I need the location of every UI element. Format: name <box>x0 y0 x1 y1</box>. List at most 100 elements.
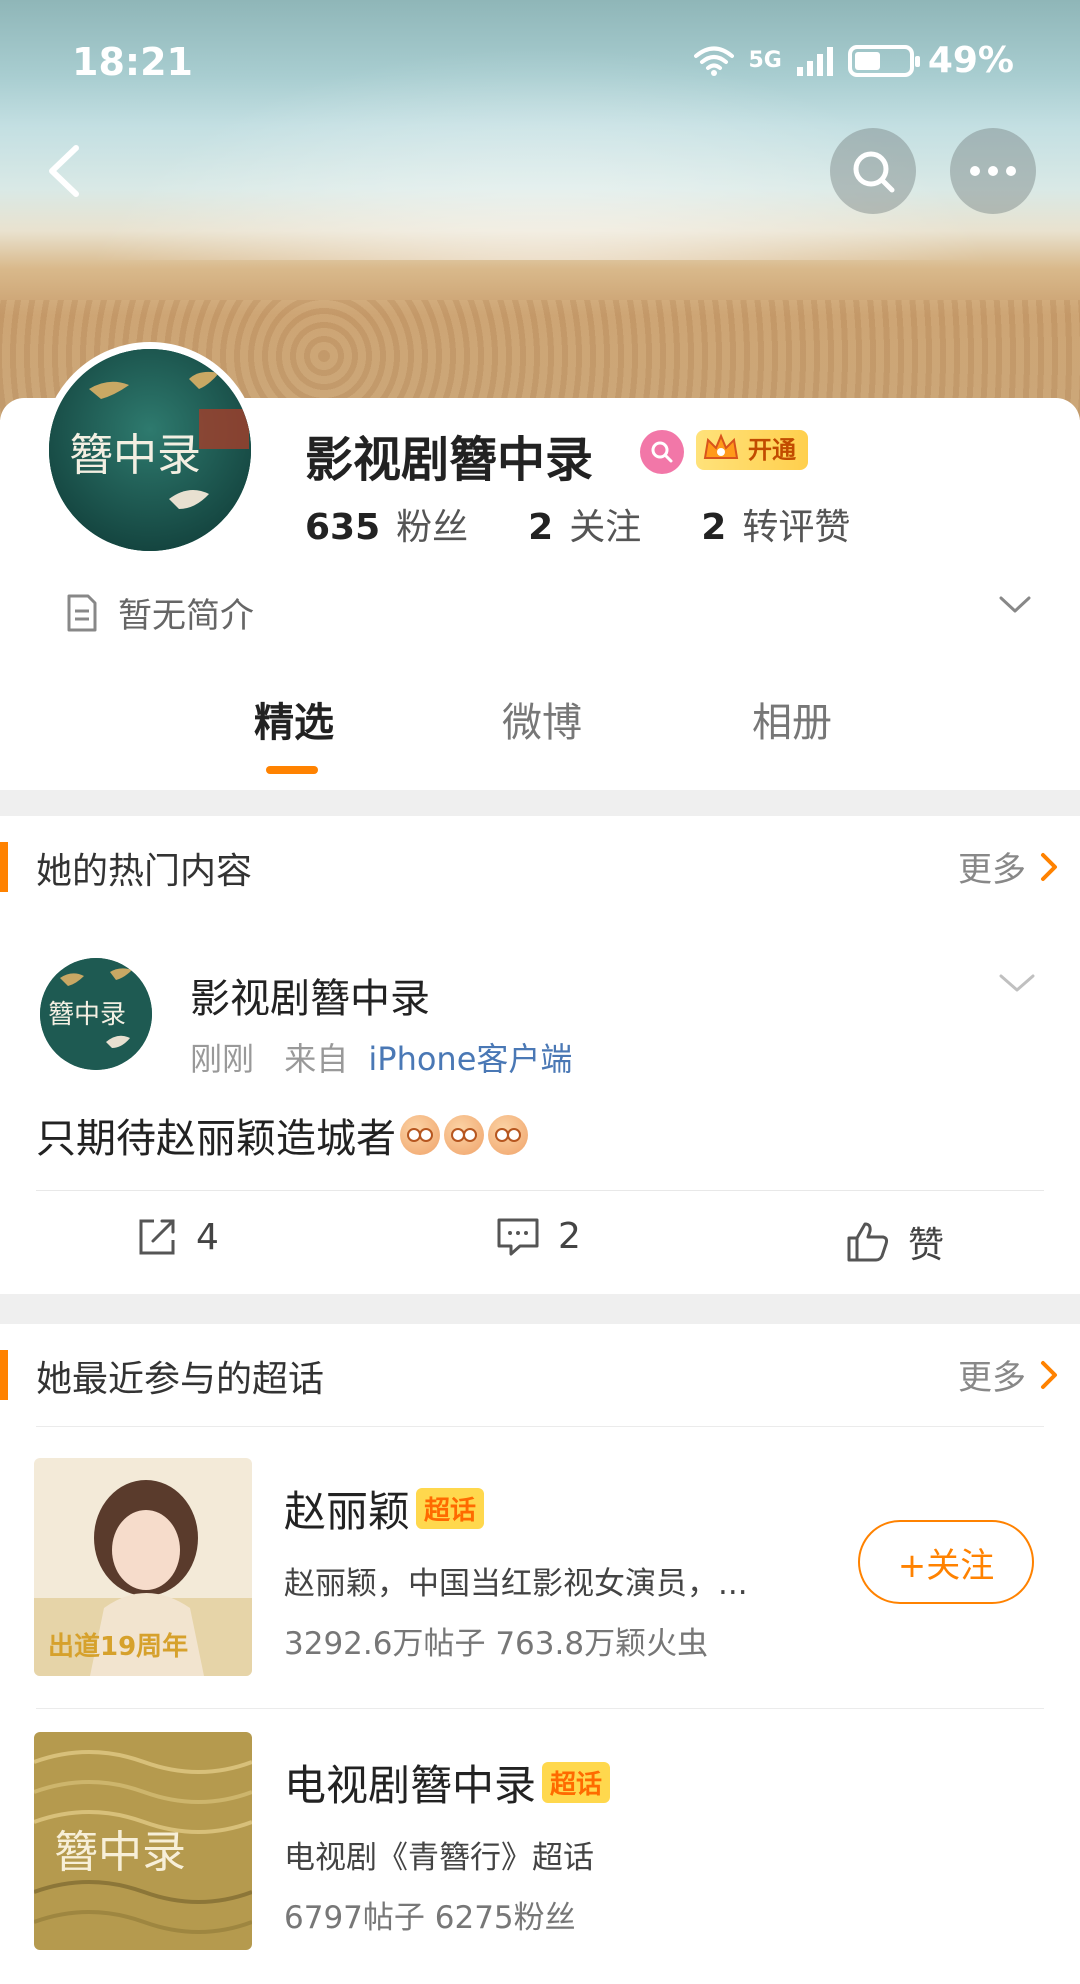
post-text: 只期待赵丽颖造城者 <box>36 1106 528 1164</box>
comment-icon <box>497 1218 539 1255</box>
topic-image: 簪中录 <box>34 1732 252 1950</box>
post-author[interactable]: 影视剧簪中录 <box>190 966 430 1024</box>
post-options-chevron-icon[interactable] <box>998 972 1036 996</box>
section-accent-bar <box>0 842 8 892</box>
battery-percent: 49% <box>927 40 1014 81</box>
follow-button[interactable]: +关注 <box>858 1520 1034 1604</box>
topic-name: 赵丽颖 超话 <box>284 1478 485 1539</box>
wifi-icon <box>694 46 735 76</box>
battery-icon <box>847 44 920 77</box>
stat-label: 转评赞 <box>742 507 851 548</box>
tab-active-indicator <box>266 766 318 774</box>
stat-followers[interactable]: 635 粉丝 <box>305 498 468 550</box>
intro-text: 暂无简介 <box>118 596 254 636</box>
signal-icon <box>796 46 833 76</box>
chevron-right-icon <box>1041 1360 1057 1389</box>
search-icon <box>853 151 895 193</box>
post-avatar[interactable]: 簪中录 <box>40 958 152 1070</box>
topic-item[interactable]: 簪中录 电视剧簪中录 超话 电视剧《青簪行》超话 6797帖子 6275粉丝 <box>0 1732 1080 1962</box>
stat-label: 关注 <box>569 507 642 548</box>
topic-description: 电视剧《青簪行》超话 <box>284 1840 594 1876</box>
topic-image-caption: 出道19周年 <box>48 1632 189 1662</box>
network-type: 5G <box>748 48 782 73</box>
status-time: 18:21 <box>72 40 193 84</box>
comment-button[interactable]: 2 <box>496 1216 581 1257</box>
post-time: 刚刚 <box>190 1040 255 1078</box>
repost-icon <box>139 1219 175 1255</box>
super-topic-badge: 超话 <box>542 1762 611 1803</box>
status-icons: 5G 49% <box>694 40 1014 81</box>
topic-image-caption: 簪中录 <box>54 1827 186 1878</box>
back-arrow-icon <box>49 145 79 197</box>
post-card[interactable]: 簪中录 影视剧簪中录 刚刚 来自 iPhone客户端 只期待赵丽颖造城者 4 2 <box>0 916 1080 1294</box>
topic-name-text: 电视剧簪中录 <box>284 1761 537 1810</box>
section-accent-bar <box>0 1350 8 1400</box>
topic-name-text: 赵丽颖 <box>284 1487 411 1536</box>
emoji-icon <box>488 1115 528 1155</box>
repost-count: 4 <box>196 1216 219 1258</box>
post-text-content: 只期待赵丽颖造城者 <box>36 1116 396 1162</box>
topic-name: 电视剧簪中录 超话 <box>284 1752 611 1813</box>
avatar-text: 簪中录 <box>69 430 201 481</box>
profile-intro[interactable]: 暂无简介 <box>66 588 254 637</box>
stat-label: 粉丝 <box>396 507 469 548</box>
divider <box>36 1426 1044 1427</box>
profile-name: 影视剧簪中录 <box>305 432 594 488</box>
chevron-down-icon[interactable] <box>998 594 1032 616</box>
post-from-label: 来自 <box>284 1040 349 1078</box>
post-avatar-text: 簪中录 <box>48 1000 127 1030</box>
more-button[interactable] <box>950 128 1036 214</box>
stat-interactions[interactable]: 2 转评赞 <box>701 498 850 550</box>
stat-value: 2 <box>701 507 727 548</box>
vip-open-label: 开通 <box>748 436 796 464</box>
stat-value: 635 <box>305 507 381 548</box>
post-divider <box>36 1190 1044 1191</box>
section-gap <box>0 790 1080 816</box>
emoji-icon <box>400 1115 440 1155</box>
vip-open-badge[interactable]: 开通 <box>696 430 808 470</box>
hot-section-title: 她的热门内容 <box>36 851 253 892</box>
profile-tabs: 精选 微博 相册 <box>0 690 1080 790</box>
topic-stats: 6797帖子 6275粉丝 <box>284 1900 576 1936</box>
document-icon <box>67 594 97 631</box>
verified-icon[interactable] <box>640 430 684 474</box>
topics-section-header: 她最近参与的超话 更多 <box>0 1324 1080 1424</box>
profile-stats: 635 粉丝 2 关注 2 转评赞 <box>305 498 850 550</box>
topic-image: 出道19周年 <box>34 1458 252 1676</box>
search-button[interactable] <box>830 128 916 214</box>
topic-stats: 3292.6万帖子 763.8万颖火虫 <box>284 1626 709 1662</box>
hot-more-link[interactable]: 更多 <box>958 842 1058 891</box>
section-gap <box>0 1294 1080 1324</box>
topics-section-title: 她最近参与的超话 <box>36 1359 325 1400</box>
post-meta: 刚刚 来自 iPhone客户端 <box>190 1034 572 1080</box>
post-actions: 4 2 赞 <box>0 1216 1080 1286</box>
super-topic-badge: 超话 <box>416 1488 485 1529</box>
post-source[interactable]: iPhone客户端 <box>368 1040 572 1078</box>
magnifier-badge-icon <box>651 441 673 463</box>
topics-more-link[interactable]: 更多 <box>958 1350 1058 1399</box>
crown-icon <box>703 433 739 459</box>
topic-description: 赵丽颖，中国当红影视女演员，... <box>284 1566 748 1602</box>
tab-featured[interactable]: 精选 <box>254 690 334 748</box>
more-dots-icon <box>970 166 1016 176</box>
battery-fill <box>854 51 881 70</box>
divider <box>36 1708 1044 1709</box>
avatar[interactable]: 簪中录 <box>42 342 258 558</box>
tab-album[interactable]: 相册 <box>752 690 832 748</box>
status-bar: 18:21 5G 49% <box>0 0 1080 130</box>
topic-item[interactable]: 出道19周年 赵丽颖 超话 赵丽颖，中国当红影视女演员，... 3292.6万帖… <box>0 1458 1080 1688</box>
more-label: 更多 <box>958 850 1026 890</box>
back-button[interactable] <box>36 136 96 206</box>
tab-weibo[interactable]: 微博 <box>502 690 582 748</box>
repost-button[interactable]: 4 <box>136 1216 219 1258</box>
stat-following[interactable]: 2 关注 <box>528 498 641 550</box>
emoji-icon <box>444 1115 484 1155</box>
more-label: 更多 <box>958 1358 1026 1398</box>
like-label: 赞 <box>908 1225 945 1266</box>
stat-value: 2 <box>528 507 554 548</box>
comment-count: 2 <box>558 1216 581 1257</box>
like-button[interactable]: 赞 <box>846 1216 944 1268</box>
hot-section-header: 她的热门内容 更多 <box>0 816 1080 916</box>
thumbs-up-icon <box>847 1222 889 1262</box>
chevron-right-icon <box>1041 852 1057 881</box>
